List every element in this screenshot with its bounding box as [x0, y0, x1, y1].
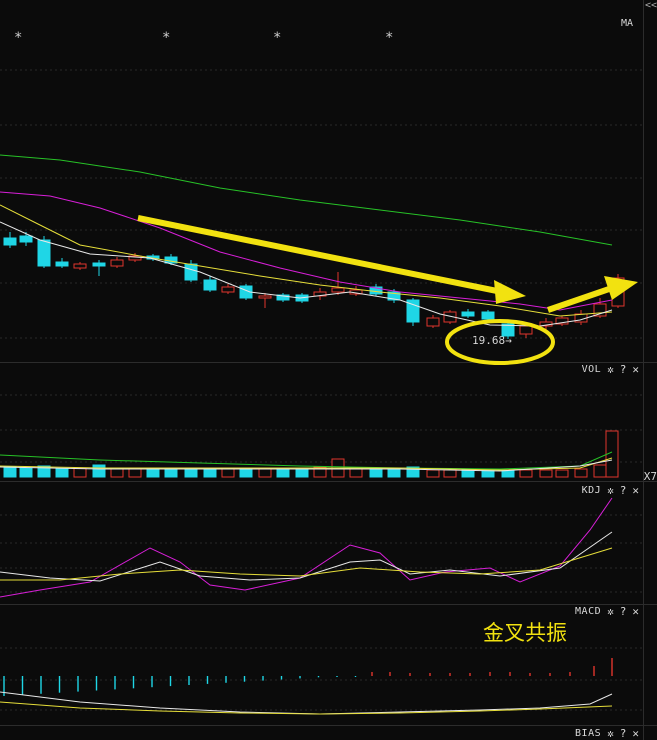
volume-bar	[369, 469, 383, 478]
volume-bar	[276, 468, 290, 478]
candle-body	[426, 317, 440, 327]
volume-bar	[203, 468, 217, 478]
kdj-j-line	[0, 497, 613, 598]
volume-bar	[221, 468, 235, 478]
volume-bar	[164, 468, 178, 478]
volume-bar	[146, 468, 160, 478]
volume-bar	[295, 468, 309, 478]
candle-body	[19, 235, 33, 243]
candle-body	[55, 261, 69, 267]
volume-bar	[73, 467, 87, 478]
candle-body	[37, 239, 51, 267]
candle-body	[184, 263, 198, 281]
candle-body	[3, 237, 17, 246]
candle-body	[92, 262, 106, 267]
volume-bar	[92, 464, 106, 478]
candle-body	[461, 311, 475, 317]
volume-bar	[55, 468, 69, 478]
volume-bar	[239, 468, 253, 478]
candle-body	[519, 325, 533, 335]
volume-bar	[426, 469, 440, 478]
candle-body	[331, 287, 345, 293]
macd-dea-line	[0, 701, 613, 715]
candle-body	[258, 295, 272, 299]
volume-bar	[519, 469, 533, 478]
volume-bar	[555, 469, 569, 478]
volume-bar	[574, 468, 588, 478]
candle-body	[110, 259, 124, 267]
volume-bar	[387, 468, 401, 478]
ma-green-line	[0, 154, 613, 246]
circle-highlight-icon	[445, 319, 555, 365]
candle-body	[221, 286, 235, 293]
volume-bar	[461, 469, 475, 478]
candle-body	[203, 279, 217, 291]
volume-bar	[258, 468, 272, 478]
kdj-d-line	[0, 547, 613, 581]
volume-bar	[128, 468, 142, 478]
candle-body	[73, 263, 87, 269]
candle-body	[481, 311, 495, 320]
volume-bar	[539, 469, 553, 478]
stock-chart-canvas[interactable]	[0, 0, 657, 740]
volume-bar	[593, 464, 607, 478]
trend-arrow-icon	[137, 215, 503, 295]
volume-bar	[349, 468, 363, 478]
volume-bar	[443, 469, 457, 478]
vol-ma-green	[0, 451, 613, 470]
volume-bar	[19, 467, 33, 478]
volume-bar	[3, 466, 17, 478]
trend-arrow-head-icon	[494, 280, 526, 304]
macd-dif-line	[0, 691, 613, 715]
